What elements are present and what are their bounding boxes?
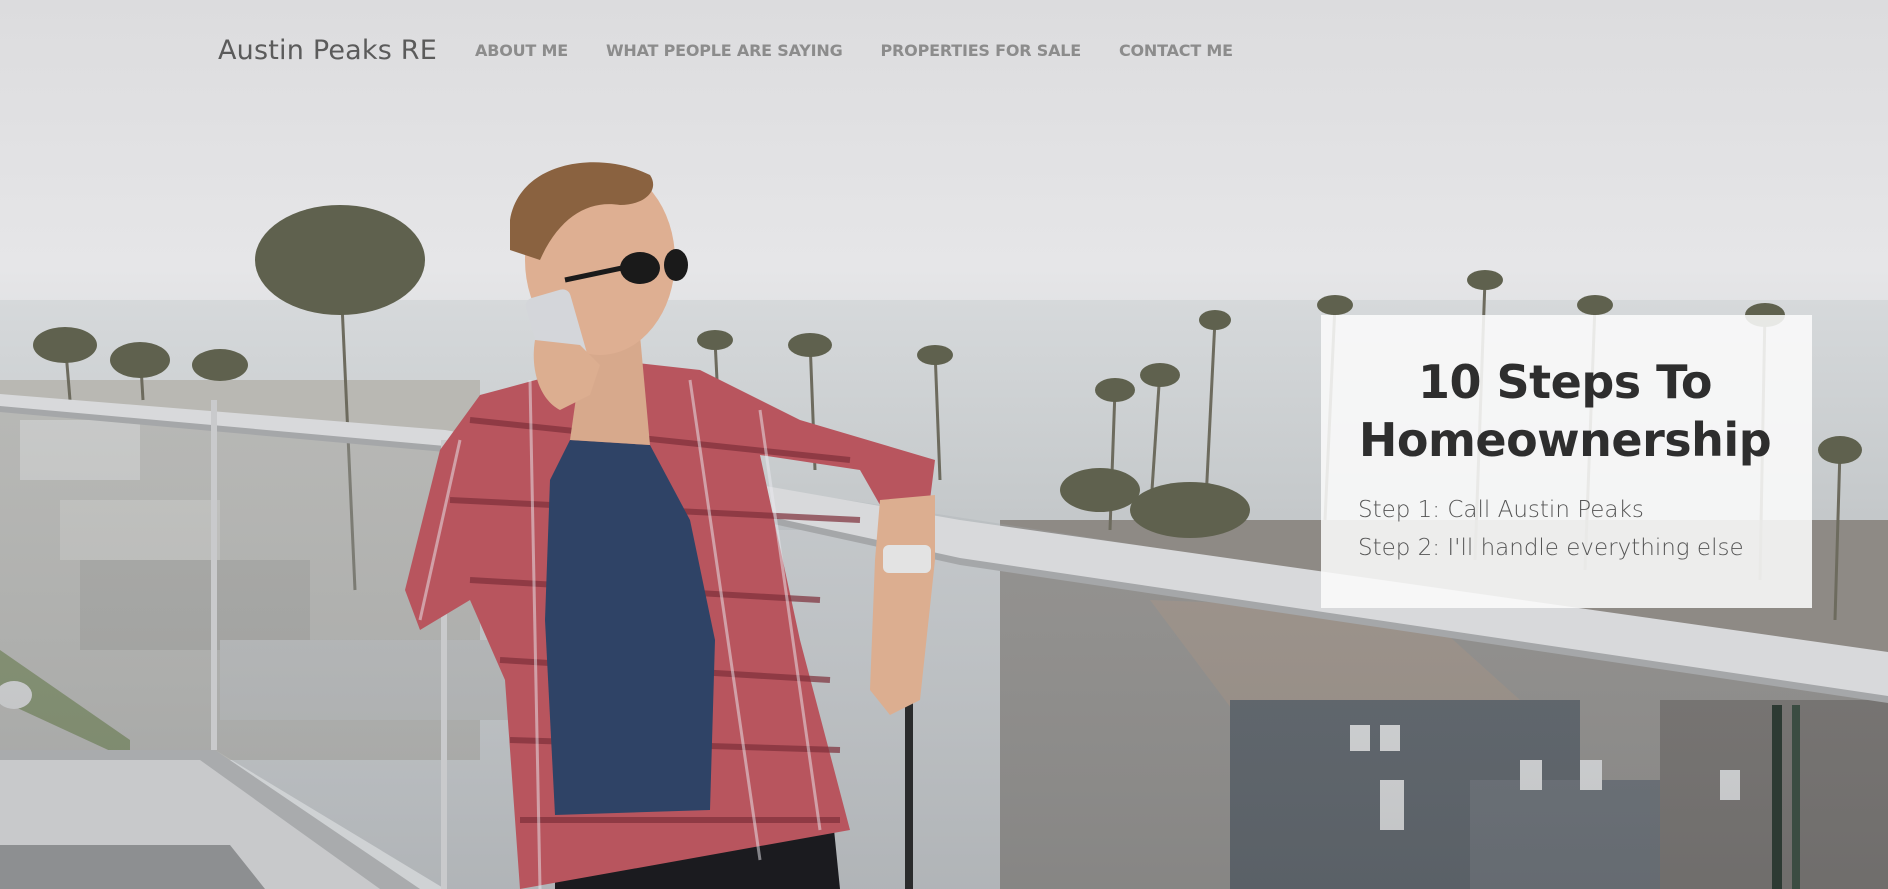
nav-link-about-me[interactable]: ABOUT ME (475, 41, 568, 60)
nav-item-properties: PROPERTIES FOR SALE (881, 41, 1082, 60)
brand-logo-link[interactable]: Austin Peaks RE (218, 35, 437, 66)
promo-step-2: Step 2: I'll handle everything else (1358, 535, 1744, 561)
homeownership-promo-card: 10 Steps To Homeownership Step 1: Call A… (1321, 315, 1812, 608)
nav-item-contact: CONTACT ME (1119, 41, 1233, 60)
nav-link-contact-me[interactable]: CONTACT ME (1119, 41, 1233, 60)
nav-link-properties-for-sale[interactable]: PROPERTIES FOR SALE (881, 41, 1082, 60)
promo-title: 10 Steps To Homeownership (1358, 355, 1772, 467)
nav-links: ABOUT ME WHAT PEOPLE ARE SAYING PROPERTI… (475, 41, 1271, 60)
nav-link-testimonials[interactable]: WHAT PEOPLE ARE SAYING (606, 41, 843, 60)
nav-item-about: ABOUT ME (475, 41, 568, 60)
top-navigation: Austin Peaks RE ABOUT ME WHAT PEOPLE ARE… (218, 30, 1271, 70)
nav-item-testimonials: WHAT PEOPLE ARE SAYING (606, 41, 843, 60)
promo-step-1: Step 1: Call Austin Peaks (1358, 497, 1644, 523)
hero-section: Austin Peaks RE ABOUT ME WHAT PEOPLE ARE… (0, 0, 1888, 889)
